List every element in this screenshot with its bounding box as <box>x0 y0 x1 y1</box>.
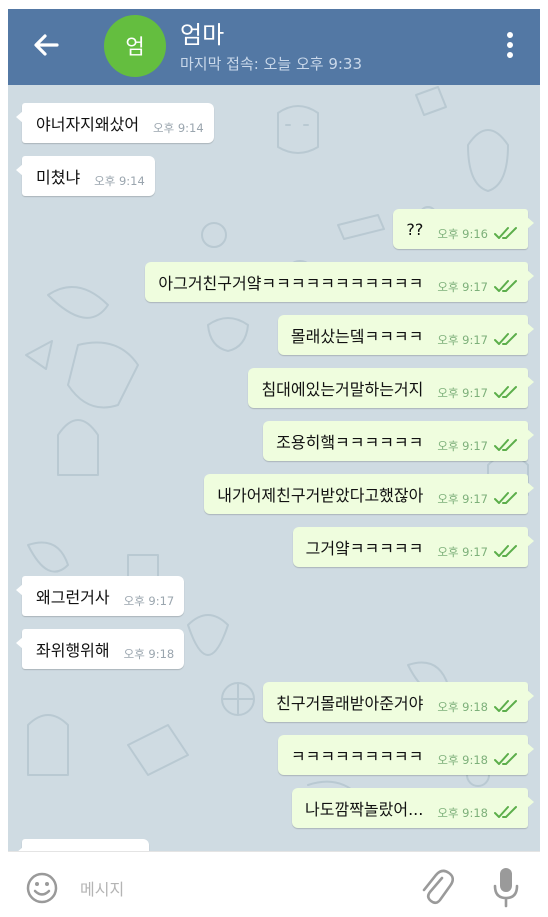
message-input[interactable] <box>78 872 402 906</box>
outgoing-message[interactable]: 침대에있는거말하는거지 오후 9:17 <box>248 368 534 408</box>
read-double-check-icon <box>494 806 517 818</box>
read-double-check-icon <box>494 492 517 504</box>
chat-header: 엄 엄마 마지막 접속: 오늘 오후 9:33 <box>8 9 540 85</box>
incoming-message[interactable]: 상요이가빠제다 <box>15 839 150 851</box>
incoming-message[interactable]: 미쳤냐 오후 9:14 <box>16 156 155 196</box>
outgoing-message[interactable]: 친구거몰래받아준거야 오후 9:18 <box>263 682 534 722</box>
message-time: 오후 9:17 <box>437 492 488 506</box>
microphone-icon[interactable] <box>492 866 520 910</box>
incoming-message[interactable]: 왜그런거사 오후 9:17 <box>15 576 185 616</box>
message-text: 조용히햌ㅋㅋㅋㅋㅋㅋ <box>276 433 424 452</box>
arrow-left-icon[interactable] <box>30 29 62 61</box>
message-time: 오후 9:17 <box>437 280 488 294</box>
message-time: 오후 9:17 <box>437 333 488 347</box>
read-double-check-icon <box>494 280 517 292</box>
read-double-check-icon <box>494 753 517 765</box>
contact-name[interactable]: 엄마 <box>180 15 224 50</box>
message-text: 야너자지왜샀어 <box>36 115 140 134</box>
outgoing-message[interactable]: 그거얔ㅋㅋㅋㅋㅋ 오후 9:17 <box>292 527 535 567</box>
message-time: 오후 9:14 <box>153 121 204 135</box>
message-text: 좌위행위해 <box>36 641 110 660</box>
outgoing-message[interactable]: ?? 오후 9:16 <box>393 209 534 249</box>
outgoing-message[interactable]: 몰래샀는뎈ㅋㅋㅋㅋ 오후 9:17 <box>277 315 535 355</box>
message-time: 오후 9:16 <box>437 227 488 241</box>
message-time: 오후 9:18 <box>123 647 175 661</box>
message-text: 아그거친구거얔ㅋㅋㅋㅋㅋㅋㅋㅋㅋㅋㅋ <box>158 274 424 293</box>
message-time: 오후 9:17 <box>123 594 175 608</box>
message-time: 오후 9:18 <box>437 700 488 714</box>
read-double-check-icon <box>494 439 517 451</box>
chat-screen: 엄 엄마 마지막 접속: 오늘 오후 9:33 야너자지왜샀어 오후 9:14 … <box>8 9 540 917</box>
message-time: 오후 9:18 <box>437 806 488 820</box>
read-double-check-icon <box>494 333 517 345</box>
read-double-check-icon <box>494 545 517 557</box>
outgoing-message[interactable]: 조용히햌ㅋㅋㅋㅋㅋㅋ 오후 9:17 <box>263 421 534 461</box>
message-text: ?? <box>406 219 424 239</box>
message-text: 친구거몰래받아준거야 <box>276 694 424 713</box>
message-time: 오후 9:18 <box>437 753 488 767</box>
outgoing-message[interactable]: ㅋㅋㅋㅋㅋㅋㅋㅋㅋ 오후 9:18 <box>277 735 535 775</box>
outgoing-message[interactable]: 나도깜짝놀랐어... 오후 9:18 <box>292 788 534 828</box>
message-text: 내가어제친구거받았다고했잖아 <box>217 486 424 505</box>
message-text: 나도깜짝놀랐어... <box>305 800 424 819</box>
message-time: 오후 9:14 <box>94 174 145 188</box>
contact-avatar[interactable]: 엄 <box>104 15 166 77</box>
read-double-check-icon <box>494 700 517 712</box>
message-time: 오후 9:17 <box>437 545 488 559</box>
message-composer <box>8 851 540 917</box>
message-text: 미쳤냐 <box>36 168 81 187</box>
outgoing-message[interactable]: 아그거친구거얔ㅋㅋㅋㅋㅋㅋㅋㅋㅋㅋㅋ 오후 9:17 <box>145 262 534 302</box>
incoming-message[interactable]: 좌위행위해 오후 9:18 <box>15 629 185 669</box>
message-text: 왜그런거사 <box>36 588 110 607</box>
message-time: 오후 9:17 <box>437 439 488 453</box>
paperclip-icon[interactable] <box>418 868 454 908</box>
message-text: 몰래샀는뎈ㅋㅋㅋㅋ <box>290 327 424 346</box>
incoming-message[interactable]: 야너자지왜샀어 오후 9:14 <box>16 103 214 143</box>
vertical-dots-icon[interactable] <box>502 29 518 61</box>
read-double-check-icon <box>494 386 517 398</box>
outgoing-message[interactable]: 내가어제친구거받았다고했잖아 오후 9:17 <box>204 474 534 514</box>
message-text: ㅋㅋㅋㅋㅋㅋㅋㅋㅋ <box>290 747 424 766</box>
read-double-check-icon <box>494 227 517 239</box>
message-text: 그거얔ㅋㅋㅋㅋㅋ <box>305 539 424 558</box>
message-time: 오후 9:17 <box>437 386 488 400</box>
message-list[interactable]: 야너자지왜샀어 오후 9:14 미쳤냐 오후 9:14?? 오후 9:16 아그거친구거얔… <box>8 85 540 851</box>
message-text: 침대에있는거말하는거지 <box>261 380 424 399</box>
smiley-icon[interactable] <box>24 870 60 906</box>
last-seen-status: 마지막 접속: 오늘 오후 9:33 <box>180 55 363 73</box>
